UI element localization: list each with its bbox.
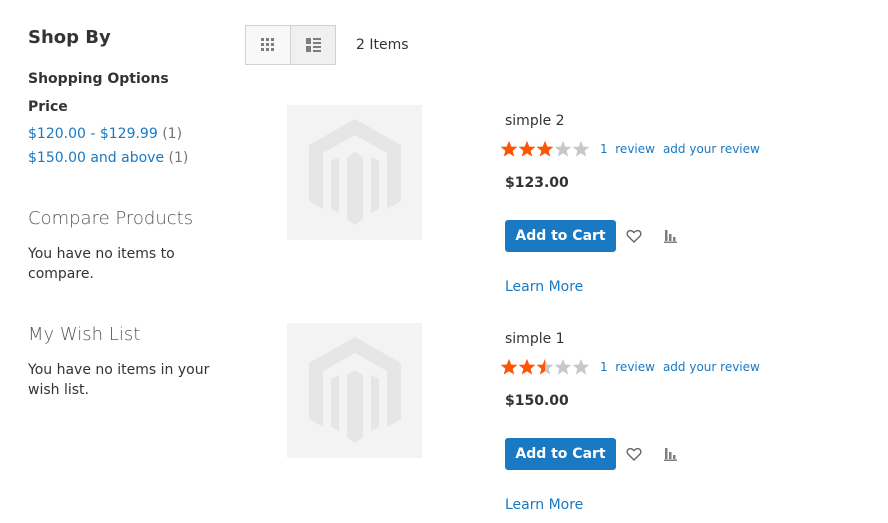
rating-stars xyxy=(500,140,590,158)
product-rating: 1 review add your review xyxy=(500,140,760,158)
product-name-link[interactable]: simple 2 xyxy=(505,113,565,129)
wishlist-empty-message: You have no items in your wish list. xyxy=(28,362,210,398)
price-filter-option: $120.00 - $129.99 (1) xyxy=(28,126,182,142)
product-item: simple 1 1 review add your review $150.0… xyxy=(287,323,847,523)
product-rating: 1 review add your review xyxy=(500,358,760,376)
list-icon xyxy=(305,38,321,52)
add-review-link[interactable]: add your review xyxy=(663,360,760,374)
product-price: $123.00 xyxy=(505,175,569,191)
grid-view-button[interactable] xyxy=(245,25,291,65)
product-item: simple 2 1 review add your review $123.0… xyxy=(287,105,847,305)
grid-icon xyxy=(261,38,274,51)
add-review-link[interactable]: add your review xyxy=(663,142,760,156)
reviews-link[interactable]: 1 review xyxy=(600,142,655,156)
price-filter-link[interactable]: $150.00 and above xyxy=(28,150,164,166)
list-view-button[interactable] xyxy=(290,25,336,65)
item-count: 2 Items xyxy=(356,37,409,53)
price-filter-option: $150.00 and above (1) xyxy=(28,150,188,166)
product-price: $150.00 xyxy=(505,393,569,409)
compare-icon[interactable] xyxy=(663,228,679,244)
learn-more-link[interactable]: Learn More xyxy=(505,497,583,513)
magento-logo-icon xyxy=(308,336,401,443)
add-to-cart-button[interactable]: Add to Cart xyxy=(505,220,616,252)
wishlist-title: My Wish List xyxy=(28,324,141,345)
compare-empty-message: You have no items to compare. xyxy=(28,246,175,282)
star-icon xyxy=(500,141,590,157)
add-to-cart-button[interactable]: Add to Cart xyxy=(505,438,616,470)
price-filter-count: (1) xyxy=(162,126,183,142)
heart-icon[interactable] xyxy=(626,228,642,244)
price-filter-count: (1) xyxy=(168,150,189,166)
compare-icon[interactable] xyxy=(663,446,679,462)
compare-products-title: Compare Products xyxy=(28,208,194,229)
heart-icon[interactable] xyxy=(626,446,642,462)
shop-by-title: Shop By xyxy=(28,27,111,48)
price-filter-link[interactable]: $120.00 - $129.99 xyxy=(28,126,158,142)
learn-more-link[interactable]: Learn More xyxy=(505,279,583,295)
price-filter-title: Price xyxy=(28,99,68,115)
shopping-options-title: Shopping Options xyxy=(28,71,169,87)
rating-stars xyxy=(500,358,590,376)
star-icon xyxy=(500,359,590,375)
product-name-link[interactable]: simple 1 xyxy=(505,331,565,347)
reviews-link[interactable]: 1 review xyxy=(600,360,655,374)
product-image-placeholder[interactable] xyxy=(287,105,422,240)
product-image-placeholder[interactable] xyxy=(287,323,422,458)
magento-logo-icon xyxy=(308,118,401,225)
